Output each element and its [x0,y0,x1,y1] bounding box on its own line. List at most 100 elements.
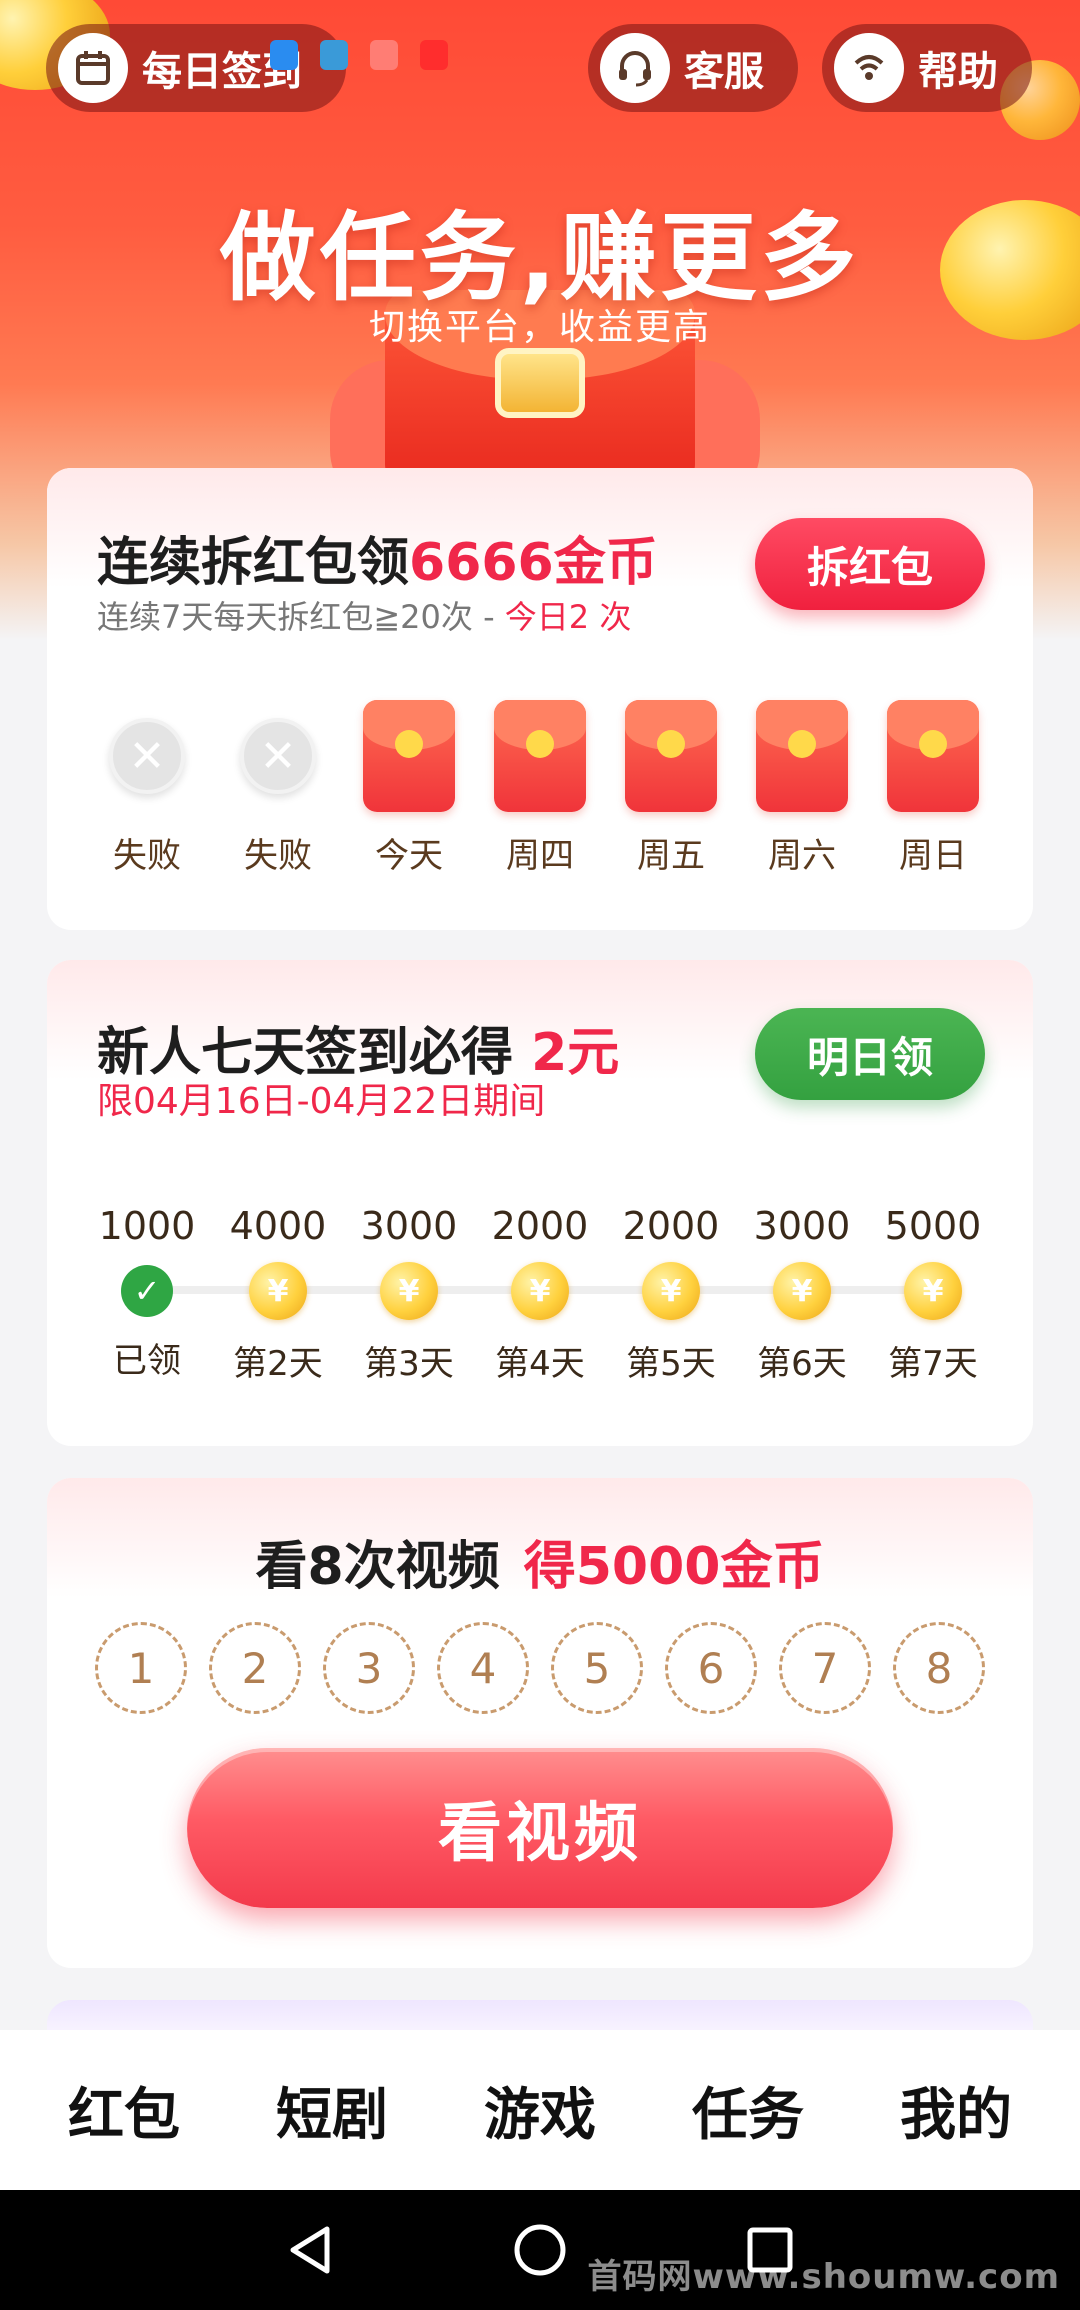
today-count: 今日2 次 [504,598,632,636]
video-progress-steps: 1 2 3 4 5 6 7 8 [95,1622,985,1714]
day-label: 第3天 [364,1344,454,1384]
headset-icon [600,33,670,103]
day-label: 失败 [113,836,181,876]
streak-day: 周日 [869,700,997,877]
coin-amount: 2000 [491,1204,589,1248]
app-notification-icon [420,40,448,70]
status-bar-icons [270,40,448,70]
day-label: 第6天 [757,1344,847,1384]
coin-amount: 5000 [884,1204,982,1248]
streak-day: 今天 [345,700,473,877]
streak-day: 周四 [476,700,604,877]
close-icon: ✕ [109,718,185,794]
coin-icon: ¥ [249,1262,307,1320]
signin-day: 4000 ¥ 第2天 [214,1204,342,1385]
signin-days: 1000 ✓ 已领 4000 ¥ 第2天 3000 ¥ 第3天 2000 ¥ 第… [83,1204,997,1385]
coin-amount: 3000 [360,1204,458,1248]
coin-amount: 2000 [622,1204,720,1248]
video-step: 6 [665,1622,757,1714]
coin-amount: 3000 [753,1204,851,1248]
red-envelope-icon [756,700,848,812]
day-label: 已领 [113,1341,181,1381]
signin-day: 1000 ✓ 已领 [83,1204,211,1385]
app-notification-icon [270,40,298,70]
day-label: 第7天 [888,1344,978,1384]
bottom-tab-bar: 红包 短剧 游戏 任务 我的 [0,2030,1080,2190]
calendar-icon [58,33,128,103]
watermark: 首码网www.shoumw.com [587,2257,1060,2297]
open-redpacket-button[interactable]: 拆红包 [755,518,985,610]
signin-day: 2000 ¥ 第5天 [607,1204,735,1385]
check-icon: ✓ [121,1265,173,1317]
red-envelope-icon [887,700,979,812]
day-label: 周日 [899,836,967,876]
tab-games[interactable]: 游戏 [468,2060,612,2161]
streak-day: ✕ 失败 [83,700,211,877]
newcomer-signin-card: 新人七天签到必得 2元 限04月16日-04月22日期间 明日领 1000 ✓ … [47,960,1033,1446]
tab-label: 任务 [692,2082,804,2148]
app-notification-icon [370,40,398,70]
signin-day: 3000 ¥ 第6天 [738,1204,866,1385]
video-step: 1 [95,1622,187,1714]
day-label: 失败 [244,836,312,876]
streak-day: 周五 [607,700,735,877]
video-step: 5 [551,1622,643,1714]
video-step: 2 [209,1622,301,1714]
signin-day: 2000 ¥ 第4天 [476,1204,604,1385]
circle-home-icon[interactable] [510,2220,570,2280]
redpacket-streak-card: 连续拆红包领6666金币 连续7天每天拆红包≧20次 - 今日2 次 拆红包 ✕… [47,468,1033,930]
help-label: 帮助 [918,49,998,95]
coin-amount: 4000 [229,1204,327,1248]
card-title: 连续拆红包领6666金币 [97,520,658,595]
video-step: 8 [893,1622,985,1714]
card-subtitle: 限04月16日-04月22日期间 [97,1072,545,1124]
card-subtitle: 连续7天每天拆红包≧20次 - 今日2 次 [97,592,631,638]
page-subtitle: 切换平台，收益更高 [368,307,711,348]
signin-day: 5000 ¥ 第7天 [869,1204,997,1385]
red-envelope-icon [625,700,717,812]
tab-redpacket[interactable]: 红包 [52,2060,196,2161]
card-title: 看8次视频 得5000金币 [47,1524,1033,1599]
streak-day: 周六 [738,700,866,877]
video-step: 4 [437,1622,529,1714]
close-icon: ✕ [240,718,316,794]
title-reward: 得5000金币 [523,1537,825,1597]
signin-day: 3000 ¥ 第3天 [345,1204,473,1385]
day-label: 周四 [506,836,574,876]
red-envelope-icon [363,700,455,812]
title-reward: 6666金币 [409,533,658,593]
tab-drama[interactable]: 短剧 [260,2060,404,2161]
day-label: 周六 [768,836,836,876]
streak-days: ✕ 失败 ✕ 失败 今天 周四 周五 周六 周日 [83,700,997,877]
watch-video-button[interactable]: 看视频 [187,1748,893,1908]
customer-service-button[interactable]: 客服 [588,24,798,112]
help-icon [834,33,904,103]
triangle-back-icon[interactable] [280,2220,340,2280]
tab-label: 游戏 [484,2082,596,2148]
streak-day: ✕ 失败 [214,700,342,877]
title-text: 连续拆红包领 [97,533,410,593]
watch-video-card: 看8次视频 得5000金币 1 2 3 4 5 6 7 8 看视频 [47,1478,1033,1968]
coin-icon: ¥ [904,1262,962,1320]
customer-service-label: 客服 [684,49,764,95]
tab-profile[interactable]: 我的 [884,2060,1028,2161]
help-button[interactable]: 帮助 [822,24,1032,112]
coin-icon: ¥ [380,1262,438,1320]
period-text: 限04月16日-04月22日期间 [97,1081,546,1122]
coin-icon: ¥ [511,1262,569,1320]
tab-label: 红包 [68,2082,180,2148]
subtitle-text: 连续7天每天拆红包≧20次 - [97,598,505,636]
title-text: 看8次视频 [255,1537,500,1597]
claim-tomorrow-button[interactable]: 明日领 [755,1008,985,1100]
day-label: 第2天 [233,1344,323,1384]
red-envelope-icon [494,700,586,812]
coin-amount: 1000 [98,1204,196,1248]
day-label: 周五 [637,836,705,876]
tab-label: 短剧 [276,2082,388,2148]
coin-icon: ¥ [642,1262,700,1320]
day-label: 今天 [375,836,443,876]
tab-tasks[interactable]: 任务 [668,2060,820,2161]
day-label: 第4天 [495,1344,585,1384]
day-label: 第5天 [626,1344,716,1384]
system-navigation-bar: 首码网www.shoumw.com [0,2190,1080,2310]
